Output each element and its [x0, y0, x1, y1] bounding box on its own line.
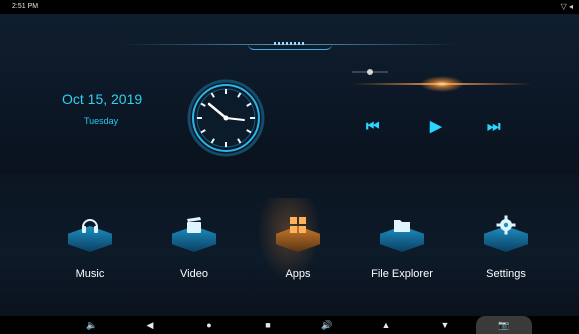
folder-icon	[394, 220, 410, 232]
volume-up-icon[interactable]: 🔊	[319, 316, 335, 334]
status-time: 2:51 PM	[12, 3, 39, 10]
settings-tile	[480, 204, 532, 256]
volume-down-icon[interactable]: 🔈	[84, 316, 100, 334]
tab-dots-icon	[274, 42, 306, 45]
video-tile	[168, 204, 220, 256]
home-button[interactable]: ●	[201, 316, 217, 334]
app-label: Video	[180, 268, 208, 280]
recents-button[interactable]: ■	[260, 316, 276, 334]
app-label: Music	[75, 268, 105, 280]
analog-clock[interactable]	[186, 78, 266, 158]
video-clapper-icon	[187, 217, 201, 233]
app-label: Settings	[486, 268, 526, 280]
back-button[interactable]: ◀	[142, 316, 158, 334]
app-settings[interactable]: Settings	[471, 204, 541, 294]
arrow-up-button[interactable]: ▲	[378, 316, 394, 334]
next-track-button[interactable]: ⏭	[487, 117, 501, 137]
headphones-icon	[82, 219, 98, 233]
app-apps[interactable]: Apps	[257, 198, 333, 294]
camera-button[interactable]: 📷	[476, 316, 532, 334]
status-system-icons: ▽ ◂	[560, 2, 573, 11]
app-video[interactable]: Video	[159, 204, 229, 294]
launcher-screen: 2:51 PM ▽ ◂ Oct 15, 2019 Tuesday ⏮ ▶ ⏭ M…	[0, 0, 579, 334]
apps-grid-icon	[290, 217, 306, 233]
apps-tile	[272, 204, 324, 256]
gear-icon	[496, 215, 516, 235]
music-tile	[64, 204, 116, 256]
play-button[interactable]: ▶	[430, 117, 442, 137]
file-explorer-tile	[376, 204, 428, 256]
previous-track-button[interactable]: ⏮	[366, 117, 380, 137]
status-bar: 2:51 PM ▽ ◂	[0, 0, 579, 14]
navigation-bar: 🔈 ◀ ● ■ 🔊 ▲ ▼ 📷	[0, 316, 579, 334]
app-file-explorer[interactable]: File Explorer	[367, 204, 437, 294]
top-pull-tab[interactable]	[248, 38, 332, 50]
media-visualizer	[352, 69, 532, 92]
weekday-label: Tuesday	[84, 116, 119, 126]
arrow-down-button[interactable]: ▼	[437, 316, 453, 334]
app-music[interactable]: Music	[55, 204, 125, 294]
app-label: File Explorer	[371, 268, 433, 280]
date-label: Oct 15, 2019	[62, 91, 143, 107]
